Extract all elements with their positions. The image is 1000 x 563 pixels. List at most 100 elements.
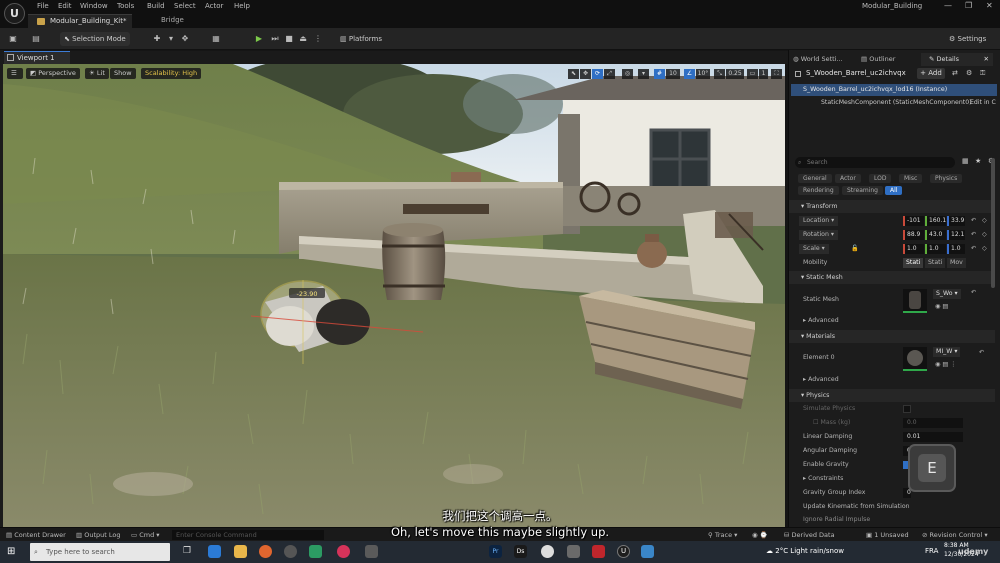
component-row[interactable]: StaticMeshComponent (StaticMeshComponent… (791, 97, 997, 109)
maximize-icon[interactable]: ❐ (965, 1, 972, 10)
bridge-tab[interactable]: Bridge (161, 16, 184, 24)
save-icon[interactable]: ▣ (8, 34, 18, 44)
rotation-dropdown[interactable]: Rotation ▾ (799, 230, 838, 240)
unreal-taskbar-icon[interactable]: U (617, 545, 630, 558)
surface-snap-icon[interactable]: ▾ (638, 69, 649, 79)
reset-scale-icon[interactable]: ↶ (971, 242, 976, 256)
settings-button[interactable]: ⚙ Settings (945, 32, 995, 46)
mass-checkbox-icon[interactable]: ☐ (813, 419, 821, 426)
scale-icon[interactable]: ⤢ (604, 69, 615, 79)
add-actor-icon[interactable]: ✚ (152, 34, 162, 44)
grid-snap-icon[interactable]: # (654, 69, 665, 79)
menu-window[interactable]: Window (80, 2, 108, 10)
play-icon[interactable]: ▶ (254, 34, 264, 44)
favorite-star-icon[interactable]: ★ (975, 157, 981, 165)
materials-section[interactable]: ▾ Materials (789, 330, 995, 343)
table-view-icon[interactable]: ▦ (962, 157, 969, 165)
edit-in-cpp-link[interactable]: Edit in C (970, 97, 996, 109)
minimize-icon[interactable]: — (944, 1, 952, 10)
viewport-menu-button[interactable]: ☰ (7, 68, 23, 79)
filter-streaming[interactable]: Streaming (842, 186, 883, 195)
viewport-tab[interactable]: Viewport 1 (4, 51, 70, 64)
scale-options-icon[interactable]: ◇ (982, 242, 987, 256)
content-icon[interactable]: ▤ (31, 34, 41, 44)
browse-material-icon[interactable]: ◉ ▤ ⋮ (935, 358, 956, 372)
scale-dropdown[interactable]: Scale ▾ (799, 244, 829, 254)
static-mesh-thumbnail[interactable] (903, 289, 927, 313)
menu-help[interactable]: Help (234, 2, 250, 10)
blueprint-icon[interactable]: ✥ (180, 34, 190, 44)
media-player-icon[interactable] (337, 545, 350, 558)
lock-icon[interactable]: ⚿ (980, 69, 985, 78)
select-mode-icon[interactable]: ⬉ (568, 69, 579, 79)
rotation-x[interactable]: 88.9 (903, 230, 924, 240)
spreadsheet-icon[interactable] (309, 545, 322, 558)
location-dropdown[interactable]: Location ▾ (799, 216, 839, 226)
menu-edit[interactable]: Edit (58, 2, 72, 10)
instance-row[interactable]: S_Wooden_Barrel_uc2ichvqx_lod16 (Instanc… (791, 84, 997, 96)
davinci-icon[interactable]: Ds (514, 545, 527, 558)
linear-damping-field[interactable]: 0.01 (903, 432, 963, 442)
mass-field[interactable]: 0.0 (903, 418, 963, 428)
selection-mode-dropdown[interactable]: ⬉ Selection Mode (60, 32, 130, 46)
location-options-icon[interactable]: ◇ (982, 214, 987, 228)
reset-mesh-icon[interactable]: ↶ (971, 286, 976, 300)
obs-icon[interactable] (284, 545, 297, 558)
camera-speed-icon[interactable]: ▭ (747, 69, 758, 79)
details-search-input[interactable]: ⌕ Search (795, 157, 955, 168)
advanced-row-1[interactable]: ▸ Advanced (789, 315, 995, 327)
platforms-dropdown[interactable]: ▥ Platforms (336, 32, 390, 46)
menu-build[interactable]: Build (147, 2, 165, 10)
simulate-physics-checkbox[interactable] (903, 405, 911, 413)
static-mesh-dropdown[interactable]: S_Wo ▾ (933, 289, 961, 299)
tab-world-settings[interactable]: ◍ World Setti... (793, 53, 847, 66)
firefox-icon[interactable] (259, 545, 272, 558)
unreal-logo-icon[interactable]: U (4, 3, 25, 24)
filter-general[interactable]: General (798, 174, 832, 183)
rotate-icon[interactable]: ⟳ (592, 69, 603, 79)
language-indicator[interactable]: FRA (925, 547, 938, 555)
browse-mesh-icon[interactable]: ◉ ▤ (935, 300, 948, 314)
more-icon[interactable]: ⋮ (313, 34, 323, 44)
material-dropdown[interactable]: MI_W ▾ (933, 347, 961, 357)
app-icon[interactable] (365, 545, 378, 558)
close-tab-icon[interactable]: ✕ (984, 53, 989, 66)
scalability-warning[interactable]: Scalability: High (141, 68, 202, 79)
menu-actor[interactable]: Actor (205, 2, 223, 10)
mobility-movable[interactable]: Mov (947, 258, 966, 268)
chrome-icon[interactable] (541, 545, 554, 558)
location-x[interactable]: -101 (903, 216, 924, 226)
stop-icon[interactable]: ■ (284, 34, 294, 44)
rotation-y[interactable]: 43.0 (925, 230, 946, 240)
filter-all[interactable]: All (885, 186, 903, 195)
scale-z[interactable]: 1.0 (947, 244, 965, 254)
rotation-snap-value[interactable]: 10° (696, 69, 710, 79)
premiere-icon[interactable]: Pr (489, 545, 502, 558)
settings-icon[interactable]: ⚙ (966, 69, 972, 77)
file-explorer-icon[interactable] (234, 545, 247, 558)
constraints-row[interactable]: ▸ Constraints (789, 472, 995, 486)
share-icon[interactable]: ⇄ (952, 69, 958, 77)
world-local-icon[interactable]: ◎ (622, 69, 633, 79)
taskbar-search-input[interactable]: ⌕ Type here to search (30, 543, 170, 561)
scale-snap-value[interactable]: 0.25 (726, 69, 744, 79)
app-icon-4[interactable] (641, 545, 654, 558)
windows-start-icon[interactable]: ⊞ (7, 546, 15, 557)
mobility-static[interactable]: Stati (903, 258, 924, 268)
camera-speed-value[interactable]: 1 (759, 69, 768, 79)
show-button[interactable]: Show (110, 68, 136, 79)
physics-section[interactable]: ▾ Physics (789, 389, 995, 402)
close-icon[interactable]: ✕ (986, 1, 993, 10)
menu-file[interactable]: File (37, 2, 49, 10)
details-scrollbar[interactable] (991, 158, 995, 288)
rotation-options-icon[interactable]: ◇ (982, 228, 987, 242)
reset-location-icon[interactable]: ↶ (971, 214, 976, 228)
chevron-down-icon[interactable]: ▾ (166, 34, 176, 44)
location-z[interactable]: 33.9 (947, 216, 965, 226)
static-mesh-section[interactable]: ▾ Static Mesh (789, 271, 995, 284)
transform-section[interactable]: ▾ Transform (789, 200, 995, 213)
app-icon-2[interactable] (567, 545, 580, 558)
scale-y[interactable]: 1.0 (925, 244, 946, 254)
perspective-button[interactable]: ◩ Perspective (26, 68, 80, 79)
menu-tools[interactable]: Tools (117, 2, 134, 10)
